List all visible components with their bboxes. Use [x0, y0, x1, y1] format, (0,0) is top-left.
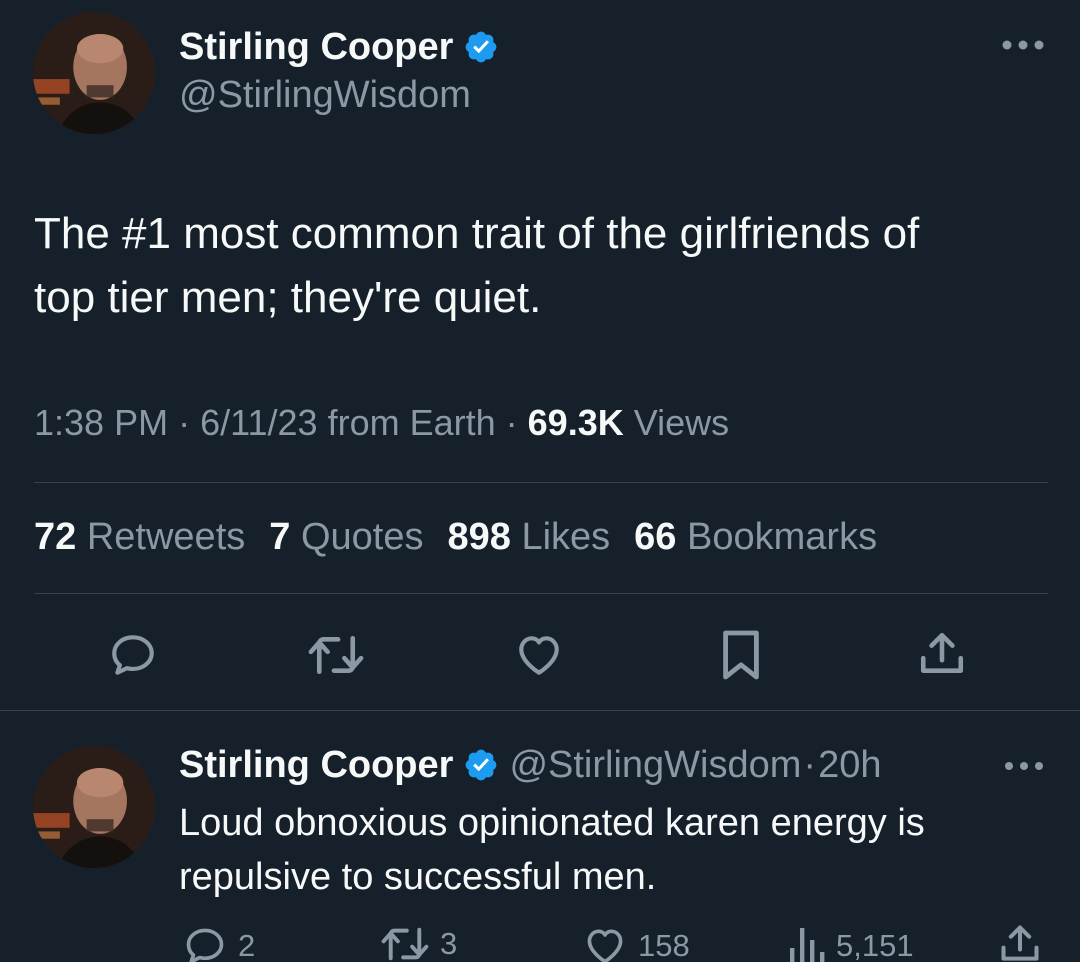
heart-icon: [519, 636, 559, 675]
reply-text-line: Loud obnoxious opinionated karen energy …: [179, 802, 925, 844]
reply-text-line: repulsive to successful men.: [179, 856, 657, 898]
share-icon: [920, 632, 964, 673]
reply-author-avatar[interactable]: [33, 746, 155, 868]
separator: ·: [803, 743, 817, 786]
verified-badge-icon: [466, 749, 497, 781]
likes-stat[interactable]: 898 Likes: [447, 516, 610, 559]
author-avatar[interactable]: [33, 12, 155, 134]
tweet-source: from Earth: [327, 402, 496, 443]
avatar-image: [33, 746, 155, 868]
reply-author-name[interactable]: Stirling Cooper: [179, 744, 453, 787]
reply-icon: [112, 635, 154, 675]
tweet-date[interactable]: 6/11/23: [200, 402, 317, 443]
stat-count: 898: [447, 516, 511, 558]
stat-label: Likes: [521, 516, 611, 558]
avatar-image: [33, 12, 155, 134]
reply-icon: [186, 928, 224, 962]
share-icon: [1001, 925, 1039, 961]
like-count: 158: [638, 928, 690, 962]
tweet-text-line: top tier men; they're quiet.: [34, 273, 542, 322]
author-name[interactable]: Stirling Cooper: [179, 26, 453, 69]
reply-header: Stirling Cooper @StirlingWisdom · 20h: [179, 740, 881, 790]
divider: [34, 482, 1048, 483]
analytics-icon: [790, 928, 825, 962]
views-label[interactable]: Views: [634, 402, 729, 443]
quotes-stat[interactable]: 7 Quotes: [269, 516, 423, 559]
bookmark-button[interactable]: [714, 626, 768, 684]
retweet-icon: [308, 635, 364, 675]
reply-like-button[interactable]: 158: [582, 924, 690, 962]
stat-label: Quotes: [300, 516, 424, 558]
engagement-stats: 72 Retweets 7 Quotes 898 Likes 66 Bookma…: [34, 516, 877, 559]
reply-author-handle[interactable]: @StirlingWisdom: [509, 744, 801, 787]
section-divider: [0, 710, 1080, 711]
like-button[interactable]: [510, 628, 568, 682]
stat-count: 66: [634, 516, 677, 558]
stat-label: Bookmarks: [687, 516, 878, 558]
divider: [34, 593, 1048, 594]
tweet-text: The #1 most common trait of the girlfrie…: [34, 202, 919, 330]
reply-age[interactable]: 20h: [818, 744, 881, 787]
views-count[interactable]: 69.3K: [528, 402, 624, 443]
separator: ·: [178, 402, 191, 443]
stat-count: 7: [269, 516, 291, 558]
heart-icon: [587, 929, 623, 962]
verified-badge-icon: [466, 31, 497, 63]
separator: ·: [505, 402, 518, 443]
author-handle[interactable]: @StirlingWisdom: [179, 74, 471, 117]
retweet-icon: [381, 927, 429, 961]
views-count: 5,151: [836, 928, 914, 962]
reply-share-button[interactable]: [998, 922, 1042, 962]
tweet-meta: 1:38 PM · 6/11/23 from Earth · 69.3K Vie…: [34, 402, 729, 444]
tweet-text-line: The #1 most common trait of the girlfrie…: [34, 209, 920, 258]
bookmarks-stat[interactable]: 66 Bookmarks: [634, 516, 877, 559]
reply-text: Loud obnoxious opinionated karen energy …: [179, 796, 925, 904]
bookmark-icon: [723, 630, 759, 680]
tweet-time[interactable]: 1:38 PM: [34, 402, 168, 443]
more-icon[interactable]: [996, 30, 1050, 60]
stat-count: 72: [34, 516, 77, 558]
reply-retweet-button[interactable]: 3: [380, 924, 457, 962]
reply-count: 2: [238, 928, 256, 962]
reply-reply-button[interactable]: 2: [182, 924, 255, 962]
share-button[interactable]: [914, 626, 970, 682]
retweets-stat[interactable]: 72 Retweets: [34, 516, 245, 559]
reply-more-icon[interactable]: [1000, 754, 1048, 778]
reply-button[interactable]: [104, 628, 162, 682]
reply-views-button[interactable]: 5,151: [786, 924, 914, 962]
retweet-count: 3: [440, 926, 458, 961]
retweet-button[interactable]: [304, 628, 368, 682]
stat-label: Retweets: [86, 516, 246, 558]
